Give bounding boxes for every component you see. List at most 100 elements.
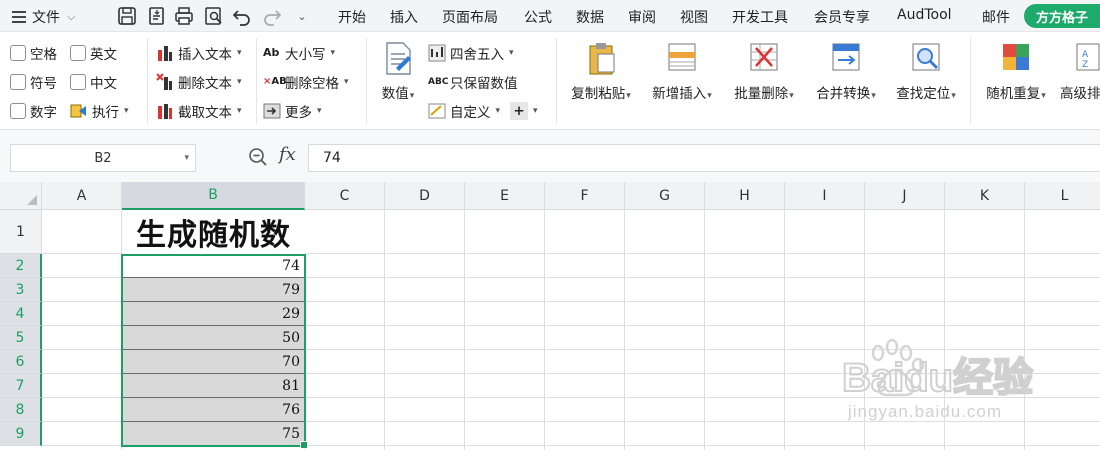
tab-member[interactable]: 会员专享 bbox=[814, 7, 870, 27]
batch-delete-button[interactable]: 批量删除▾ bbox=[728, 32, 800, 102]
merge-convert-icon bbox=[830, 40, 862, 76]
undo-icon[interactable] bbox=[230, 4, 254, 28]
find-locate-icon bbox=[910, 40, 942, 76]
tab-developer[interactable]: 开发工具 bbox=[732, 7, 788, 27]
cell-b2[interactable]: 74 bbox=[122, 254, 305, 278]
extract-text-label: 截取文本 bbox=[178, 105, 232, 121]
function-icon[interactable]: fx bbox=[279, 144, 296, 165]
column-header-c[interactable]: C bbox=[305, 182, 385, 210]
more-button[interactable]: 更多 ▾ bbox=[263, 100, 322, 122]
column-header-i[interactable]: I bbox=[785, 182, 865, 210]
zoom-icon[interactable] bbox=[248, 147, 268, 167]
random-repeat-button[interactable]: 随机重复▾ bbox=[980, 32, 1052, 102]
row-header-8[interactable]: 8 bbox=[0, 398, 42, 422]
chevron-down-icon: ▾ bbox=[626, 91, 631, 101]
copy-paste-label: 复制粘贴 bbox=[571, 86, 626, 102]
keep-value-button[interactable]: ABC 只保留数值 bbox=[428, 71, 518, 93]
cell-b3[interactable]: 79 bbox=[122, 278, 305, 302]
checkbox-english[interactable]: 英文 bbox=[70, 42, 117, 64]
row-header-7[interactable]: 7 bbox=[0, 374, 42, 398]
tab-data[interactable]: 数据 bbox=[576, 7, 604, 27]
extract-text-button[interactable]: 截取文本 ▾ bbox=[156, 100, 242, 122]
column-header-d[interactable]: D bbox=[385, 182, 465, 210]
name-box[interactable]: B2 ▾ bbox=[10, 144, 196, 172]
column-header-l[interactable]: L bbox=[1025, 182, 1100, 210]
execute-icon bbox=[70, 102, 88, 120]
select-all-corner[interactable] bbox=[0, 182, 42, 210]
chevron-down-icon: ▾ bbox=[237, 48, 242, 58]
column-header-k[interactable]: K bbox=[945, 182, 1025, 210]
remove-space-button[interactable]: ×AB 删除空格 ▾ bbox=[263, 71, 349, 93]
row-header-5[interactable]: 5 bbox=[0, 326, 42, 350]
cell-b4[interactable]: 29 bbox=[122, 302, 305, 326]
execute-button[interactable]: 执行 ▾ bbox=[70, 100, 129, 122]
cell-b7[interactable]: 81 bbox=[122, 374, 305, 398]
custom-button[interactable]: 自定义 ▾ + ▾ bbox=[428, 100, 538, 122]
checkbox-number[interactable]: 数字 bbox=[10, 100, 57, 122]
checkbox-box bbox=[70, 74, 86, 90]
delete-text-button[interactable]: 删除文本 ▾ bbox=[156, 71, 242, 93]
print-preview-icon[interactable] bbox=[202, 4, 226, 28]
column-header-h[interactable]: H bbox=[705, 182, 785, 210]
row-header-1[interactable]: 1 bbox=[0, 210, 42, 254]
save-icon[interactable] bbox=[115, 4, 139, 28]
tab-mail[interactable]: 邮件 bbox=[982, 7, 1010, 27]
cell-b1[interactable]: 生成随机数 bbox=[122, 210, 305, 254]
print-icon[interactable] bbox=[172, 4, 196, 28]
file-menu[interactable]: 文件 ⌵ bbox=[12, 7, 75, 27]
cell-b8[interactable]: 76 bbox=[122, 398, 305, 422]
custom-icon bbox=[428, 102, 446, 120]
column-header-a[interactable]: A bbox=[42, 182, 122, 210]
checkbox-symbol[interactable]: 符号 bbox=[10, 71, 57, 93]
column-header-g[interactable]: G bbox=[625, 182, 705, 210]
insert-new-button[interactable]: 新增插入▾ bbox=[646, 32, 718, 102]
tab-audtool[interactable]: AudTool bbox=[897, 7, 952, 23]
column-header-f[interactable]: F bbox=[545, 182, 625, 210]
cell-b9[interactable]: 75 bbox=[122, 422, 305, 446]
tab-home[interactable]: 开始 bbox=[338, 7, 366, 27]
case-icon: Ab bbox=[263, 46, 280, 59]
chevron-down-icon: ⌵ bbox=[67, 10, 76, 23]
checkbox-space[interactable]: 空格 bbox=[10, 42, 57, 64]
plus-icon[interactable]: + bbox=[510, 102, 529, 120]
checkbox-box bbox=[10, 103, 26, 119]
ribbon-separator bbox=[366, 38, 367, 124]
find-locate-button[interactable]: 查找定位▾ bbox=[890, 32, 962, 102]
insert-text-button[interactable]: 插入文本 ▾ bbox=[156, 42, 242, 64]
export-pdf-icon[interactable] bbox=[145, 4, 169, 28]
merge-convert-button[interactable]: 合并转换▾ bbox=[810, 32, 882, 102]
gridline bbox=[624, 210, 625, 450]
tab-formulas[interactable]: 公式 bbox=[524, 7, 552, 27]
remove-space-icon: ×AB bbox=[263, 76, 287, 87]
formula-input[interactable]: 74 bbox=[308, 144, 1100, 172]
row-header-3[interactable]: 3 bbox=[0, 278, 42, 302]
delete-text-icon bbox=[156, 73, 174, 91]
chevron-down-icon: ▾ bbox=[330, 48, 336, 58]
tab-fangfang[interactable]: 方方格子 bbox=[1024, 4, 1100, 28]
case-button[interactable]: Ab 大小写 ▾ bbox=[263, 42, 335, 64]
column-header-e[interactable]: E bbox=[465, 182, 545, 210]
redo-icon[interactable] bbox=[260, 4, 284, 28]
cell-b6[interactable]: 70 bbox=[122, 350, 305, 374]
tab-page-layout[interactable]: 页面布局 bbox=[442, 7, 498, 27]
row-header-6[interactable]: 6 bbox=[0, 350, 42, 374]
row-header-4[interactable]: 4 bbox=[0, 302, 42, 326]
column-header-b[interactable]: B bbox=[122, 182, 305, 210]
row-header-9[interactable]: 9 bbox=[0, 422, 42, 446]
copy-paste-button[interactable]: 复制粘贴▾ bbox=[566, 32, 636, 102]
cell-b5[interactable]: 50 bbox=[122, 326, 305, 350]
tab-review[interactable]: 审阅 bbox=[628, 7, 656, 27]
customize-toolbar-icon[interactable]: ⌄ bbox=[290, 4, 314, 28]
gridline bbox=[704, 210, 705, 450]
ribbon-separator bbox=[147, 38, 148, 124]
column-header-j[interactable]: J bbox=[865, 182, 945, 210]
round-button[interactable]: 四舍五入 ▾ bbox=[428, 42, 514, 64]
checkbox-chinese[interactable]: 中文 bbox=[70, 71, 117, 93]
batch-delete-label: 批量删除 bbox=[734, 86, 789, 102]
chevron-down-icon: ▾ bbox=[317, 106, 322, 116]
value-button[interactable]: 数值▾ bbox=[375, 32, 421, 102]
row-header-2[interactable]: 2 bbox=[0, 254, 42, 278]
tab-insert[interactable]: 插入 bbox=[390, 7, 418, 27]
tab-view[interactable]: 视图 bbox=[680, 7, 708, 27]
advanced-sort-button[interactable]: AZ 高级排 bbox=[1060, 32, 1100, 102]
